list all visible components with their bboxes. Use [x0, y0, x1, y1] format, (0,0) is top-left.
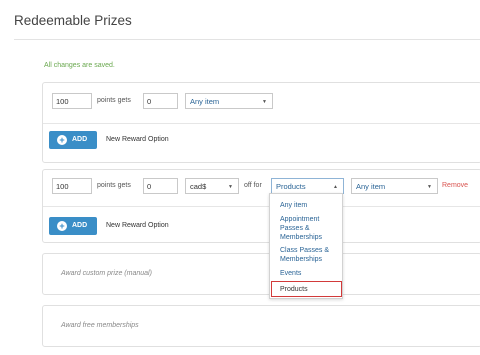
- points-gets-label: points gets: [97, 97, 131, 104]
- category-select-value: Products: [276, 182, 306, 191]
- dropdown-option-class-passes[interactable]: Class Passes & Memberships: [280, 246, 329, 264]
- add-reward-button[interactable]: + ADD: [49, 217, 97, 235]
- gets-amount-input[interactable]: [143, 178, 178, 194]
- add-reward-button[interactable]: + ADD: [49, 131, 97, 149]
- option-label: Memberships: [280, 256, 323, 263]
- chevron-down-icon: ▼: [427, 184, 432, 190]
- dropdown-option-products[interactable]: Products: [271, 281, 342, 297]
- item-select-value: Any item: [190, 97, 220, 106]
- off-for-label: off for: [244, 182, 262, 189]
- currency-select[interactable]: cad$ ▼: [185, 178, 239, 194]
- option-label: Any item: [280, 202, 308, 209]
- plus-icon: +: [57, 221, 67, 231]
- dropdown-option-events[interactable]: Events: [280, 269, 301, 278]
- item-select[interactable]: Any item ▼: [351, 178, 438, 194]
- remove-link[interactable]: Remove: [442, 182, 468, 189]
- option-label: Class Passes &: [280, 247, 330, 254]
- card-divider: [43, 123, 480, 124]
- option-label: Passes &: [280, 225, 310, 232]
- option-label: Products: [280, 286, 308, 293]
- card-divider: [43, 206, 480, 207]
- points-input[interactable]: [52, 178, 92, 194]
- chevron-up-icon: ▲: [333, 184, 338, 190]
- item-select-value: Any item: [356, 182, 386, 191]
- item-select[interactable]: Any item ▼: [185, 93, 273, 109]
- option-label: Events: [280, 270, 302, 277]
- new-reward-option-label: New Reward Option: [106, 222, 169, 229]
- add-button-label: ADD: [72, 222, 88, 229]
- currency-select-value: cad$: [190, 182, 207, 191]
- chevron-down-icon: ▼: [262, 99, 267, 105]
- dropdown-option-appointment[interactable]: Appointment Passes & Memberships: [280, 215, 322, 242]
- gets-amount-input[interactable]: [143, 93, 178, 109]
- add-button-label: ADD: [72, 136, 88, 143]
- category-dropdown-menu: Any item Appointment Passes & Membership…: [269, 193, 343, 299]
- chevron-down-icon: ▼: [228, 184, 233, 190]
- dropdown-option-any-item[interactable]: Any item: [280, 201, 307, 210]
- free-memberships-label: Award free memberships: [61, 322, 139, 329]
- new-reward-option-label: New Reward Option: [106, 136, 169, 143]
- custom-prize-label: Award custom prize (manual): [61, 270, 152, 277]
- page-title: Redeemable Prizes: [14, 13, 132, 28]
- save-status-message: All changes are saved.: [44, 62, 115, 69]
- category-select[interactable]: Products ▲: [271, 178, 344, 194]
- option-label: Memberships: [280, 234, 323, 241]
- points-gets-label: points gets: [97, 182, 131, 189]
- points-input[interactable]: [52, 93, 92, 109]
- title-divider: [14, 39, 480, 40]
- plus-icon: +: [57, 135, 67, 145]
- option-label: Appointment: [280, 216, 320, 223]
